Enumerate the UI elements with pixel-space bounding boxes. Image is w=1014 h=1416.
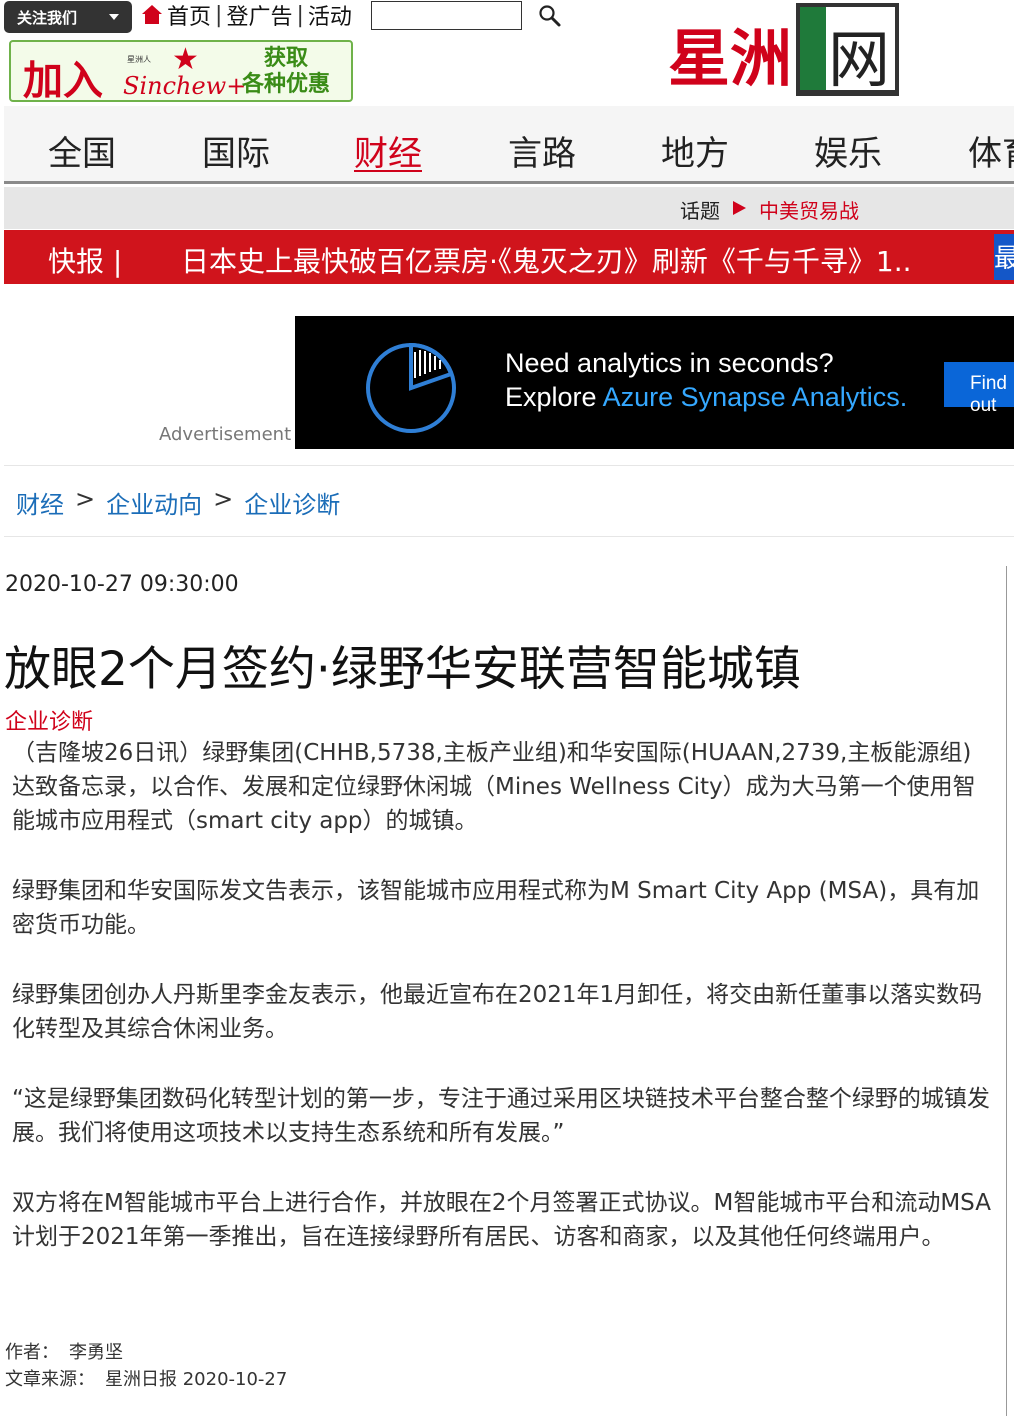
article-paragraph: 绿野集团和华安国际发文告表示，该智能城市应用程式称为M Smart City A… bbox=[12, 878, 980, 938]
nav-item-international[interactable]: 国际 bbox=[202, 126, 270, 175]
analytics-chart-icon bbox=[366, 342, 456, 433]
ad-find-out-button[interactable]: Find out bbox=[944, 362, 1014, 416]
offer-text: 获取 各种优惠 bbox=[242, 46, 330, 98]
follow-us-button[interactable]: 关注我们 bbox=[4, 1, 132, 33]
advertisement-banner[interactable]: Need analytics in seconds? Explore Azure… bbox=[295, 316, 1014, 449]
article-paragraph: （吉隆坡26日讯）绿野集团(CHHB,5738,主板产业组)和华安国际(HUAA… bbox=[12, 740, 976, 834]
article-paragraph: 绿野集团创办人丹斯里李金友表示，他最近宣布在2021年1月卸任，将交由新任董事以… bbox=[12, 982, 983, 1042]
join-sub-text: 星洲人 bbox=[127, 55, 151, 64]
divider bbox=[4, 536, 1014, 537]
advertise-link[interactable]: 登广告 bbox=[226, 0, 292, 31]
topic-bar: 话题 中美贸易战 bbox=[4, 187, 1014, 229]
breadcrumb: 财经 > 企业动向 > 企业诊断 bbox=[16, 485, 340, 520]
separator: | bbox=[215, 2, 223, 28]
author-name: 李勇坚 bbox=[69, 1342, 123, 1363]
article-author: 作者： 李勇坚 bbox=[5, 1338, 123, 1364]
logo-text: 星洲 bbox=[668, 22, 793, 95]
article-datetime: 2020-10-27 09:30:00 bbox=[5, 572, 239, 597]
divider bbox=[4, 465, 1014, 466]
play-arrow-icon bbox=[733, 201, 746, 215]
breaking-news-bar: 快报 | 日本史上最快破百亿票房·《鬼灭之刃》刷新《千与千寻》1... 最 bbox=[4, 230, 1014, 284]
offer-line-2: 各种优惠 bbox=[242, 72, 331, 97]
ad-subline: Explore Azure Synapse Analytics. bbox=[505, 382, 907, 413]
breadcrumb-separator: > bbox=[75, 485, 96, 513]
breadcrumb-finance[interactable]: 财经 bbox=[16, 485, 64, 520]
main-nav: 全国 国际 财经 言路 地方 娱乐 体育 bbox=[4, 106, 1014, 184]
article-title: 放眼2个月签约·绿野华安联营智能城镇 bbox=[4, 642, 801, 697]
article-paragraph: “这是绿野集团数码化转型计划的第一步，专注于通过采用区块链技术平台整合整个绿野的… bbox=[12, 1086, 990, 1146]
breaking-label: 快报 | bbox=[48, 245, 123, 278]
ad-label: Advertisement bbox=[159, 424, 292, 445]
sinchew-plus-brand: Sinchew+ bbox=[123, 72, 247, 100]
source-label: 文章来源： bbox=[5, 1369, 95, 1390]
follow-us-label: 关注我们 bbox=[17, 8, 78, 27]
breadcrumb-corporate-diagnosis[interactable]: 企业诊断 bbox=[244, 485, 340, 520]
nav-item-sports[interactable]: 体育 bbox=[968, 126, 1014, 175]
breadcrumb-separator: > bbox=[213, 485, 234, 513]
topic-link[interactable]: 中美贸易战 bbox=[759, 195, 859, 224]
article-source: 文章来源： 星洲日报 2020-10-27 bbox=[5, 1365, 287, 1391]
article-body: （吉隆坡26日讯）绿野集团(CHHB,5738,主板产业组)和华安国际(HUAA… bbox=[12, 736, 992, 1290]
source-value: 星洲日报 2020-10-27 bbox=[105, 1369, 288, 1390]
content-border bbox=[1006, 566, 1007, 1416]
article-paragraph: 双方将在M智能城市平台上进行合作，并放眼在2个月签署正式协议。M智能城市平台和流… bbox=[12, 1190, 991, 1250]
search-input[interactable] bbox=[371, 1, 522, 30]
search-icon[interactable] bbox=[538, 4, 562, 28]
home-link[interactable]: 首页 bbox=[167, 0, 211, 31]
join-text: 加入 bbox=[23, 58, 103, 104]
ad-subline-prefix: Explore bbox=[505, 382, 603, 412]
breaking-headline[interactable]: 日本史上最快破百亿票房·《鬼灭之刃》刷新《千与千寻》1... bbox=[181, 240, 911, 280]
top-links: 首页 | 登广告 | 活动 bbox=[142, 0, 352, 31]
site-logo[interactable]: 星洲 网 bbox=[668, 3, 900, 99]
nav-item-national[interactable]: 全国 bbox=[48, 126, 116, 175]
logo-book-icon: 网 bbox=[796, 3, 900, 96]
events-link[interactable]: 活动 bbox=[308, 0, 352, 31]
home-icon[interactable] bbox=[142, 5, 162, 25]
ad-subline-highlight: Azure Synapse Analytics. bbox=[602, 382, 908, 412]
breaking-more-tab[interactable]: 最 bbox=[994, 234, 1014, 280]
nav-item-local[interactable]: 地方 bbox=[661, 126, 729, 175]
nav-item-opinion[interactable]: 言路 bbox=[508, 126, 576, 175]
article-category[interactable]: 企业诊断 bbox=[5, 704, 93, 736]
topic-label: 话题 bbox=[680, 199, 720, 223]
separator: | bbox=[296, 2, 304, 28]
offer-line-1: 获取 bbox=[264, 46, 309, 71]
author-label: 作者： bbox=[5, 1342, 59, 1363]
breadcrumb-corporate-news[interactable]: 企业动向 bbox=[106, 485, 202, 520]
nav-item-entertainment[interactable]: 娱乐 bbox=[814, 126, 882, 175]
ad-headline: Need analytics in seconds? bbox=[505, 348, 834, 378]
logo-box-char: 网 bbox=[828, 23, 891, 96]
chevron-down-icon bbox=[109, 14, 119, 20]
join-sinchew-banner[interactable]: 加入 星洲人 ★ Sinchew+ 获取 各种优惠 bbox=[9, 40, 353, 104]
nav-item-finance[interactable]: 财经 bbox=[354, 126, 422, 175]
